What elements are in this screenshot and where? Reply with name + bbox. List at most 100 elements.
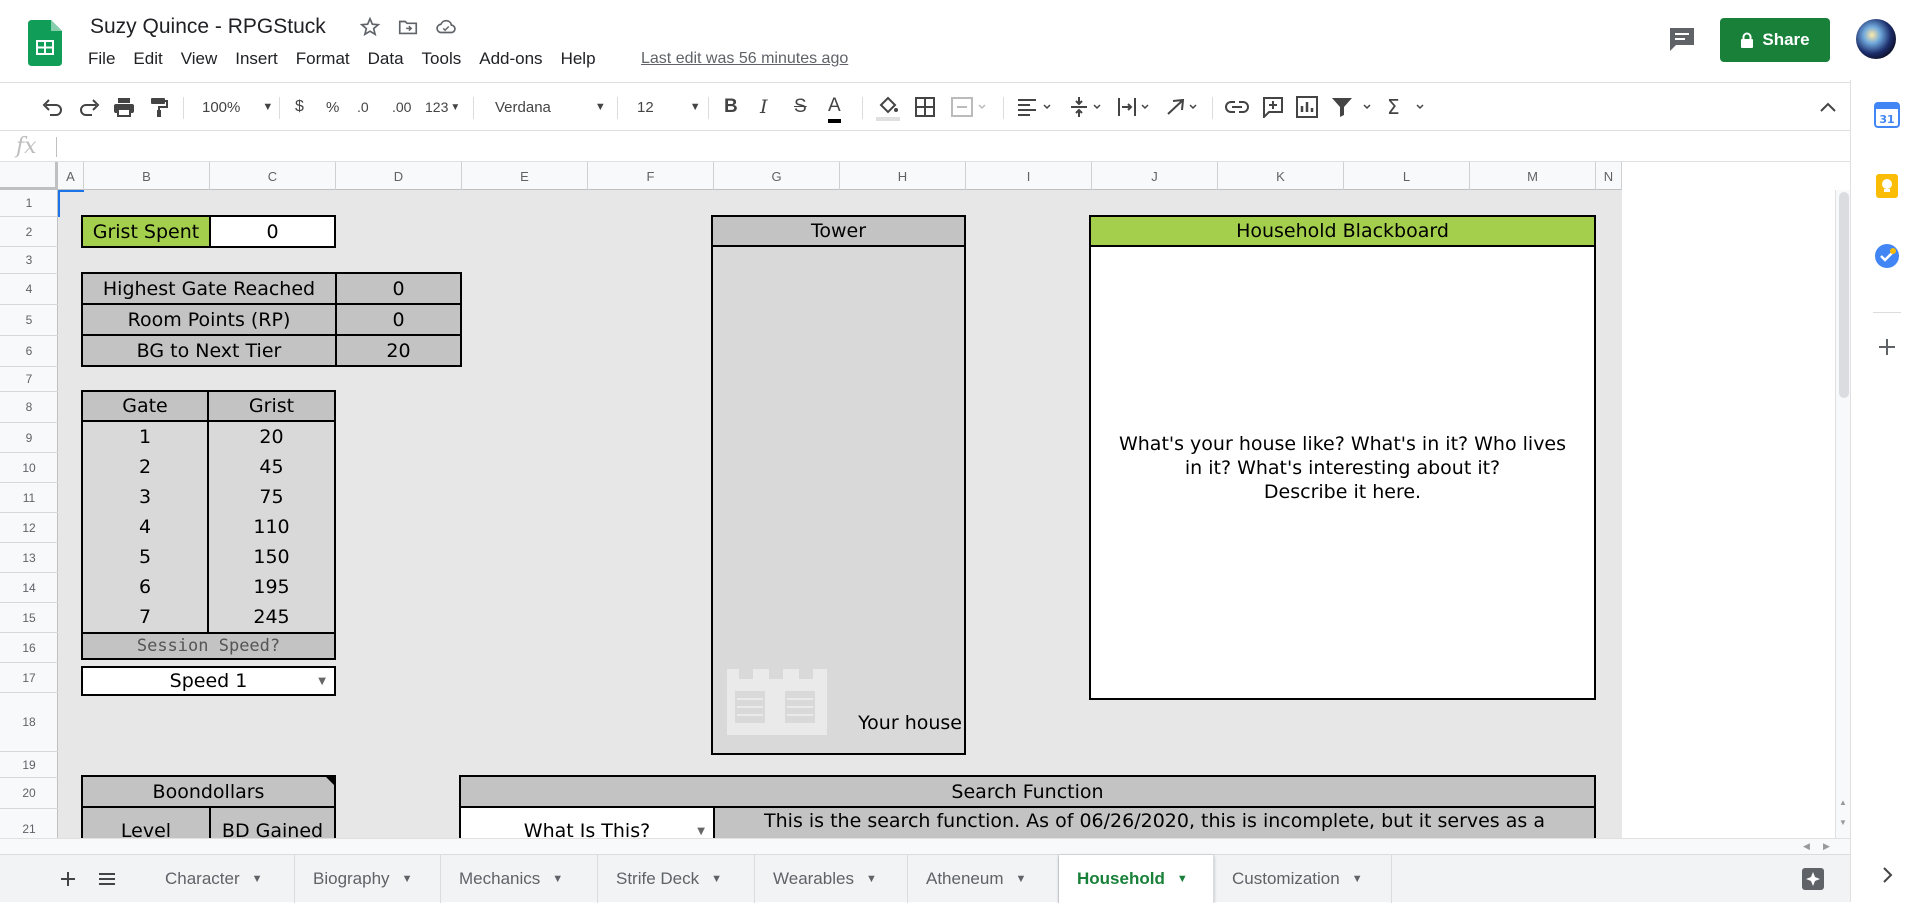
row-header[interactable]: 16 — [0, 633, 58, 663]
row-header[interactable]: 14 — [0, 573, 58, 603]
strikethrough-button[interactable]: S — [794, 93, 807, 121]
session-speed-dropdown[interactable]: Speed 1 ▼ — [81, 666, 336, 696]
row-header[interactable]: 20 — [0, 778, 58, 809]
column-header[interactable]: C — [210, 162, 336, 190]
grist-cell[interactable]: 195 — [209, 572, 334, 602]
increase-decimal-button[interactable]: .00 — [392, 93, 411, 121]
row-header[interactable]: 17 — [0, 663, 58, 693]
grist-cell[interactable]: 110 — [209, 512, 334, 542]
row-header[interactable]: 9 — [0, 423, 58, 453]
column-header[interactable]: K — [1218, 162, 1344, 190]
menu-help[interactable]: Help — [561, 49, 596, 73]
row-header[interactable]: 11 — [0, 483, 58, 513]
selected-cell-a1[interactable] — [58, 190, 84, 217]
percent-format-button[interactable]: % — [326, 93, 339, 121]
menu-edit[interactable]: Edit — [133, 49, 162, 73]
sheet-tab-strife-deck[interactable]: Strife Deck ▼ — [598, 855, 755, 903]
formula-input[interactable] — [64, 135, 1764, 157]
comment-history-icon[interactable] — [1668, 26, 1696, 52]
sheet-tab-character[interactable]: Character ▼ — [147, 855, 295, 903]
gate-cell[interactable]: 7 — [83, 602, 209, 632]
row-header[interactable]: 4 — [0, 274, 58, 305]
text-color-button[interactable]: A — [828, 93, 841, 123]
add-sheet-icon[interactable] — [60, 871, 76, 887]
zoom-select[interactable]: 100% ▼ — [202, 93, 273, 121]
insert-link-icon[interactable] — [1225, 98, 1249, 116]
scroll-thumb[interactable] — [1839, 192, 1849, 398]
row-header[interactable]: 5 — [0, 305, 58, 336]
column-header[interactable]: F — [588, 162, 714, 190]
grist-cell[interactable]: 245 — [209, 602, 334, 632]
all-sheets-icon[interactable] — [98, 872, 116, 886]
row-header[interactable]: 21 — [0, 809, 58, 838]
document-title[interactable]: Suzy Quince - RPGStuck — [90, 15, 326, 39]
row-header[interactable]: 18 — [0, 693, 58, 752]
row-header[interactable]: 12 — [0, 513, 58, 543]
gate-cell[interactable]: 3 — [83, 482, 209, 512]
scroll-down-icon[interactable]: ▼ — [1839, 818, 1847, 827]
scroll-right-icon[interactable]: ▶ — [1823, 841, 1830, 852]
column-header[interactable]: A — [58, 162, 84, 190]
column-header[interactable]: E — [462, 162, 588, 190]
sheet-tab-mechanics[interactable]: Mechanics ▼ — [441, 855, 598, 903]
grist-cell[interactable]: 150 — [209, 542, 334, 572]
move-folder-icon[interactable] — [397, 16, 419, 38]
bg-next-tier-value[interactable]: 20 — [335, 334, 462, 367]
select-all-corner[interactable] — [0, 162, 58, 190]
menu-insert[interactable]: Insert — [235, 49, 278, 73]
fill-color-icon[interactable] — [876, 95, 900, 121]
scroll-up-icon[interactable]: ▲ — [1839, 798, 1847, 807]
scroll-left-icon[interactable]: ◀ — [1803, 841, 1810, 852]
insert-chart-icon[interactable] — [1296, 96, 1318, 118]
functions-icon[interactable]: Σ — [1387, 96, 1427, 118]
search-dropdown[interactable]: What Is This? ▼ — [459, 806, 715, 838]
gate-cell[interactable]: 1 — [83, 422, 209, 452]
print-icon[interactable] — [113, 96, 135, 118]
gate-cell[interactable]: 2 — [83, 452, 209, 482]
get-addons-plus-icon[interactable] — [1874, 334, 1900, 360]
menu-tools[interactable]: Tools — [422, 49, 462, 73]
column-header[interactable]: B — [84, 162, 210, 190]
menu-format[interactable]: Format — [296, 49, 350, 73]
font-select[interactable]: Verdana ▼ — [495, 93, 606, 121]
row-header[interactable]: 7 — [0, 367, 58, 392]
share-button[interactable]: Share — [1720, 18, 1830, 62]
paint-format-icon[interactable] — [149, 96, 169, 118]
row-header[interactable]: 15 — [0, 603, 58, 633]
horizontal-scrollbar[interactable]: ◀ ▶ — [0, 838, 1850, 854]
more-formats-button[interactable]: 123 ▼ — [425, 93, 460, 121]
insert-comment-icon[interactable] — [1262, 96, 1284, 118]
row-header[interactable]: 19 — [0, 752, 58, 778]
menu-addons[interactable]: Add-ons — [479, 49, 542, 73]
tasks-icon[interactable] — [1874, 243, 1900, 269]
row-header[interactable]: 1 — [0, 190, 58, 217]
menu-file[interactable]: File — [88, 49, 115, 73]
explore-icon[interactable] — [1801, 867, 1825, 891]
row-header[interactable]: 6 — [0, 336, 58, 367]
menu-data[interactable]: Data — [368, 49, 404, 73]
spreadsheet-grid[interactable]: A B C D E F G H I J K L M N 1 2 3 4 5 6 … — [0, 162, 1622, 838]
chevron-right-icon[interactable] — [1874, 862, 1900, 888]
sheet-tab-customization[interactable]: Customization ▼ — [1214, 855, 1392, 903]
grist-cell[interactable]: 75 — [209, 482, 334, 512]
sheet-tab-household[interactable]: Household ▼ — [1059, 855, 1214, 903]
sheets-logo-icon[interactable] — [28, 20, 62, 66]
grist-spent-value[interactable]: 0 — [209, 215, 336, 248]
currency-format-button[interactable]: $ — [295, 93, 304, 121]
gate-cell[interactable]: 5 — [83, 542, 209, 572]
redo-icon[interactable] — [78, 97, 100, 117]
column-header[interactable]: N — [1596, 162, 1622, 190]
row-header[interactable]: 13 — [0, 543, 58, 573]
gate-cell[interactable]: 6 — [83, 572, 209, 602]
highest-gate-value[interactable]: 0 — [335, 272, 462, 305]
column-header[interactable]: H — [840, 162, 966, 190]
vertical-align-icon[interactable] — [1069, 96, 1105, 118]
column-header[interactable]: L — [1344, 162, 1470, 190]
last-edit-link[interactable]: Last edit was 56 minutes ago — [641, 50, 848, 68]
avatar[interactable] — [1856, 19, 1896, 59]
column-header[interactable]: J — [1092, 162, 1218, 190]
room-points-value[interactable]: 0 — [335, 303, 462, 336]
horizontal-align-icon[interactable] — [1017, 97, 1053, 117]
text-rotation-icon[interactable] — [1165, 96, 1201, 118]
column-header[interactable]: I — [966, 162, 1092, 190]
